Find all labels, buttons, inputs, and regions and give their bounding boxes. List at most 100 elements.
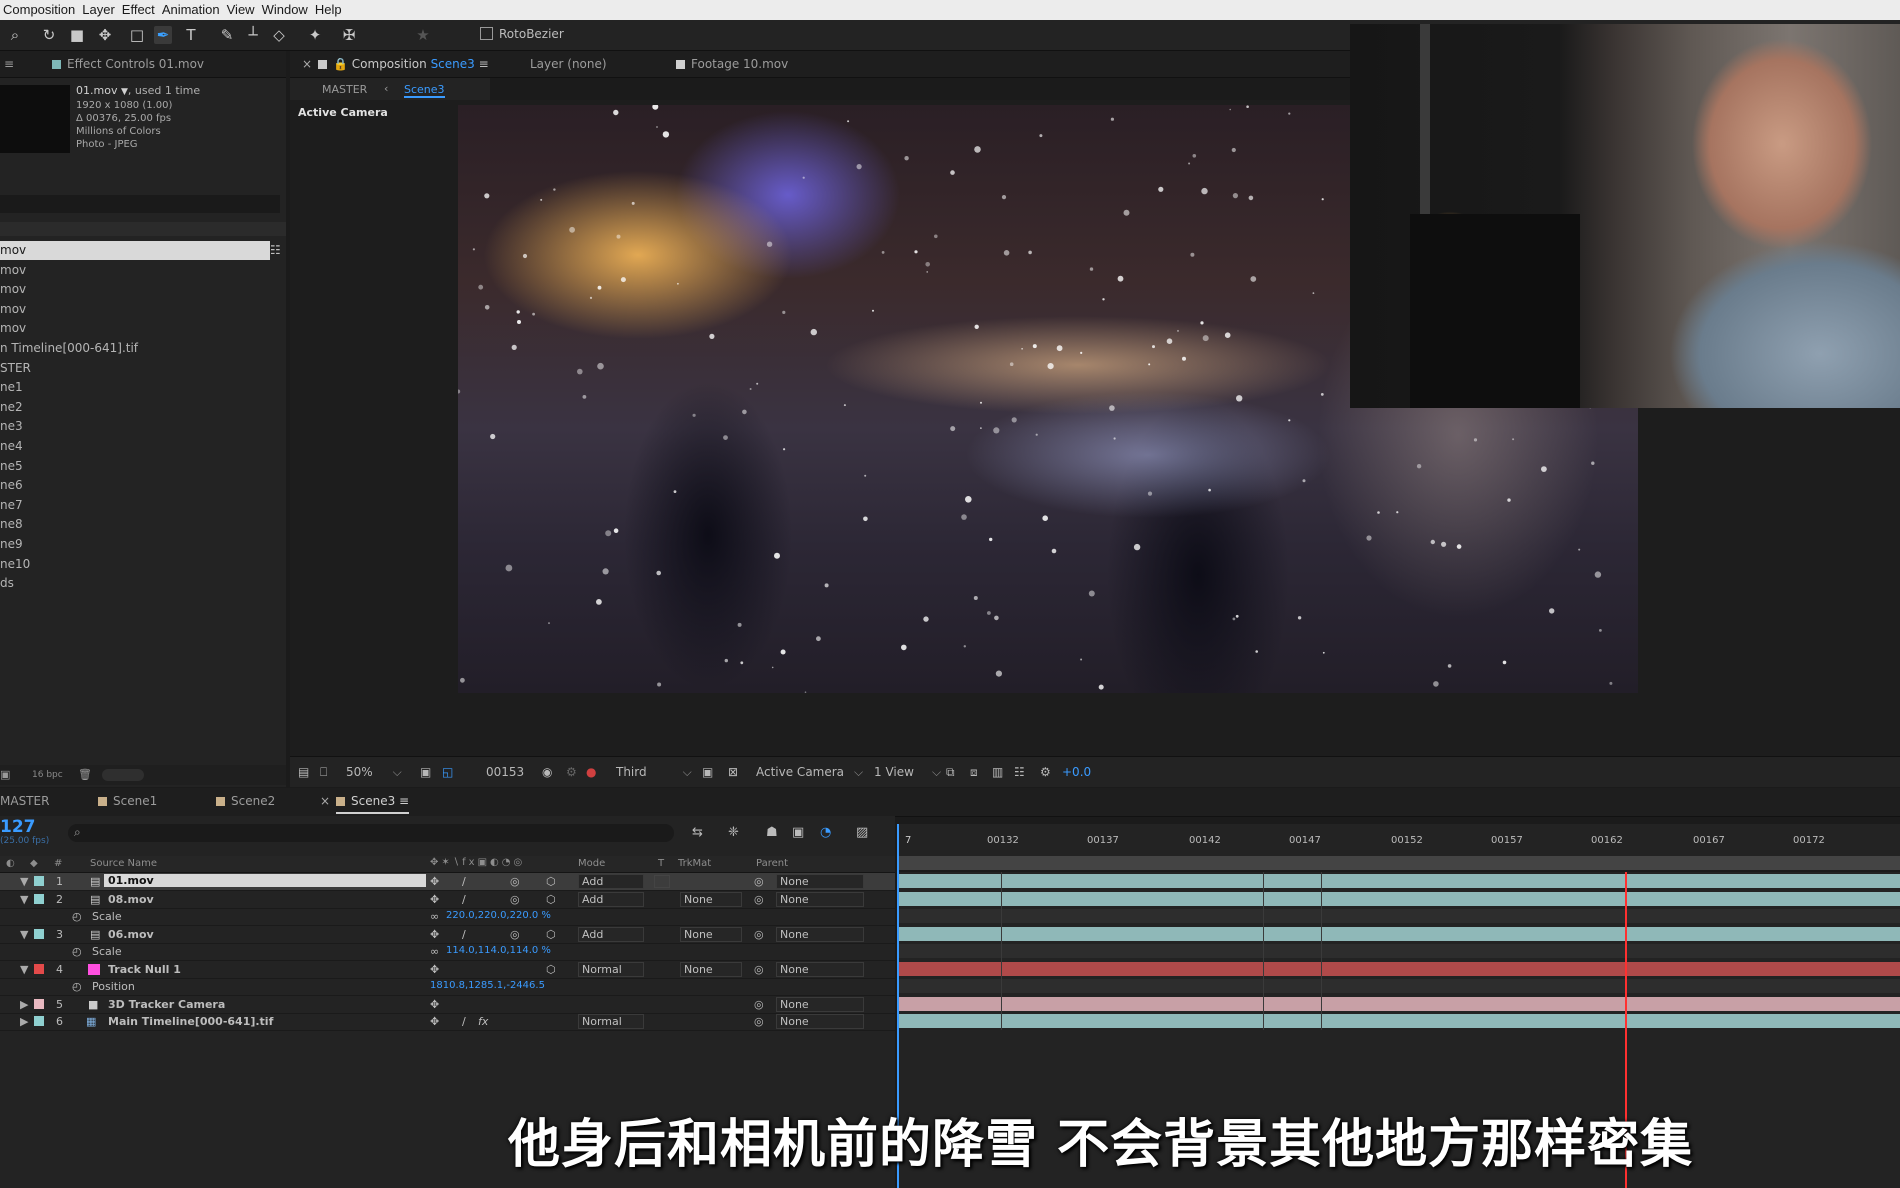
footage-filename[interactable]: 01.mov ▼, used 1 time — [76, 84, 200, 97]
layer-bar-3[interactable] — [897, 926, 1900, 941]
transparency-grid-icon[interactable]: ⊠ — [728, 765, 738, 779]
shy-switch-icon[interactable]: ✥ — [430, 875, 439, 888]
exposure-icon[interactable]: ⚙ — [1040, 765, 1051, 779]
layer-bar-5[interactable] — [897, 996, 1900, 1011]
parent-dropdown[interactable]: None — [776, 996, 864, 1012]
expand-triangle-icon[interactable]: ▼ — [20, 928, 28, 941]
timeline-icon[interactable]: ▥ — [992, 765, 1003, 779]
expand-triangle-icon[interactable]: ▼ — [20, 893, 28, 906]
project-item[interactable]: n Timeline[000-641].tif — [0, 339, 270, 358]
project-item[interactable]: ne1 — [0, 378, 270, 397]
property-value[interactable]: 220.0,220.0,220.0 % — [446, 910, 551, 921]
view-layout-dropdown[interactable]: 1 View ⌵ — [874, 765, 941, 780]
tab-master[interactable]: MASTER — [0, 794, 49, 808]
layer-row-4[interactable]: ▼ 4 Track Null 1 ✥ ⬡ Normal None ◎ None — [0, 961, 895, 979]
menu-effect[interactable]: Effect — [119, 0, 159, 17]
column-parent[interactable]: Parent — [756, 858, 788, 869]
parent-dropdown[interactable]: None — [776, 961, 864, 977]
project-item[interactable]: mov — [0, 300, 270, 319]
layer-name[interactable]: 08.mov — [108, 893, 154, 906]
exposure-value[interactable]: +0.0 — [1062, 765, 1091, 779]
mode-dropdown[interactable]: Add — [578, 874, 644, 889]
eraser-tool-icon[interactable]: ◇ — [270, 26, 288, 44]
project-item[interactable]: mov — [0, 241, 270, 260]
channel-icon[interactable]: ● — [586, 765, 596, 779]
pickwhip-icon[interactable]: ◎ — [754, 893, 764, 906]
footage-tab[interactable]: Footage 10.mov — [676, 57, 788, 71]
parent-dropdown[interactable]: None — [776, 1014, 864, 1029]
camera-snapshot-icon[interactable]: ◉ — [542, 765, 552, 779]
layer-name[interactable]: Main Timeline[000-641].tif — [108, 1015, 273, 1028]
expand-triangle-icon[interactable]: ▼ — [20, 875, 28, 888]
monitor-icon[interactable]: ⎕ — [320, 765, 327, 780]
draft-3d-icon[interactable]: ❈ — [728, 825, 739, 840]
label-color-swatch[interactable] — [34, 1016, 44, 1026]
project-item[interactable]: STER — [0, 359, 270, 378]
property-row-position[interactable]: ◴ Position 1810.8,1285.1,-2446.5 — [0, 978, 895, 996]
project-item[interactable]: ne2 — [0, 398, 270, 417]
composition-mini-flowchart-icon[interactable]: ⇆ — [692, 825, 703, 840]
close-tab-icon[interactable]: × — [320, 794, 330, 808]
timeline-search-input[interactable]: ⌕ — [68, 824, 674, 842]
expand-triangle-icon[interactable]: ▼ — [20, 963, 28, 976]
layer-bar-1[interactable] — [897, 874, 1900, 888]
close-tab-icon[interactable]: × — [302, 57, 312, 71]
roto-brush-tool-icon[interactable]: ✦ — [306, 26, 324, 44]
property-row-scale[interactable]: ◴ Scale ∞ 220.0,220.0,220.0 % — [0, 908, 895, 926]
tab-scene2[interactable]: Scene2 — [216, 794, 275, 808]
project-item[interactable]: ne10 — [0, 555, 270, 574]
layer-bar-6[interactable] — [897, 1014, 1900, 1028]
3d-layer-switch-icon[interactable]: ⬡ — [546, 893, 556, 906]
stopwatch-icon[interactable]: ◴ — [72, 980, 82, 993]
current-frame-readout[interactable]: 00153 — [486, 765, 524, 779]
shy-switch-icon[interactable]: ✥ — [430, 1015, 439, 1028]
shy-layers-icon[interactable]: ☗ — [766, 825, 778, 840]
label-color-swatch[interactable] — [34, 963, 44, 974]
label-color-swatch[interactable] — [34, 998, 44, 1009]
preserve-transparency-checkbox[interactable] — [654, 875, 670, 888]
menu-animation[interactable]: Animation — [159, 0, 224, 17]
snapshot-region-icon[interactable]: ▤ — [298, 765, 309, 779]
camera-view-dropdown[interactable]: Active Camera ⌵ — [756, 765, 863, 780]
effect-controls-tab[interactable]: Effect Controls 01.mov — [52, 57, 204, 71]
pen-tool-icon[interactable]: ✒ — [154, 26, 172, 44]
trkmat-dropdown[interactable]: None — [680, 926, 742, 942]
pickwhip-icon[interactable]: ◎ — [754, 928, 764, 941]
quality-switch-icon[interactable]: ∕ — [462, 928, 466, 941]
project-item[interactable]: ne8 — [0, 515, 270, 534]
work-area-bar[interactable] — [897, 856, 1900, 870]
property-row-scale[interactable]: ◴ Scale ∞ 114.0,114.0,114.0 % — [0, 943, 895, 961]
property-value[interactable]: 1810.8,1285.1,-2446.5 — [430, 980, 545, 991]
mode-dropdown[interactable]: Add — [578, 926, 644, 942]
label-color-swatch[interactable] — [34, 876, 44, 886]
rotobezier-checkbox[interactable]: RotoBezier — [480, 27, 564, 41]
parent-dropdown[interactable]: None — [776, 926, 864, 942]
pickwhip-icon[interactable]: ◎ — [754, 963, 764, 976]
breadcrumb-master[interactable]: MASTER — [322, 83, 367, 96]
interpret-footage-icon[interactable]: ▣ — [0, 768, 10, 781]
type-tool-icon[interactable]: T — [182, 26, 200, 44]
expand-triangle-icon[interactable]: ▶ — [20, 998, 28, 1011]
mode-dropdown[interactable]: Normal — [578, 1014, 644, 1029]
layer-name[interactable]: 3D Tracker Camera — [108, 998, 225, 1011]
constrain-proportions-icon[interactable]: ∞ — [430, 910, 439, 923]
mode-dropdown[interactable]: Add — [578, 891, 644, 907]
tab-scene3[interactable]: Scene3 ≡ — [336, 794, 410, 814]
project-item[interactable]: ne6 — [0, 476, 270, 495]
clone-stamp-tool-icon[interactable]: ┴ — [244, 26, 262, 44]
composition-tab[interactable]: 🔒 Composition Scene3 ≡ — [318, 57, 489, 71]
pickwhip-icon[interactable]: ◎ — [754, 1015, 764, 1028]
shy-switch-icon[interactable]: ✥ — [430, 963, 439, 976]
layer-bar-4[interactable] — [897, 961, 1900, 976]
label-color-swatch[interactable] — [34, 893, 44, 904]
menu-window[interactable]: Window — [259, 0, 312, 17]
motion-blur-switch-icon[interactable]: ◎ — [510, 928, 520, 941]
mode-dropdown[interactable]: Normal — [578, 961, 644, 977]
fast-preview-icon[interactable]: ⧈ — [970, 765, 978, 780]
motion-blur-switch-icon[interactable]: ◎ — [510, 893, 520, 906]
flowchart-view-icon[interactable]: ☷ — [1014, 765, 1025, 779]
shy-switch-icon[interactable]: ✥ — [430, 928, 439, 941]
layer-name[interactable]: Track Null 1 — [108, 963, 181, 976]
expand-triangle-icon[interactable]: ▶ — [20, 1015, 28, 1028]
parent-dropdown[interactable]: None — [776, 891, 864, 907]
